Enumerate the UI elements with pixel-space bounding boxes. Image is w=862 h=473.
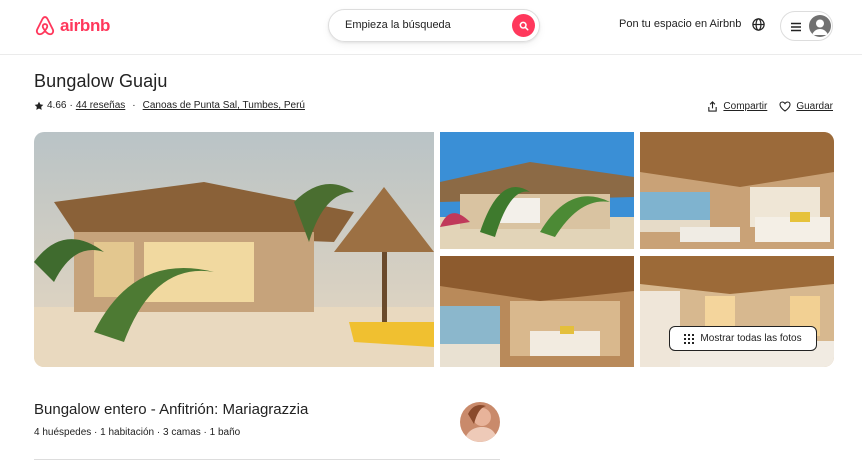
- logo-text: airbnb: [60, 16, 111, 35]
- listing-title: Bungalow Guaju: [34, 71, 168, 91]
- star-icon: [34, 101, 44, 110]
- top-header: airbnb Empieza la búsqueda Pon tu espaci…: [0, 0, 862, 55]
- share-label: Compartir: [723, 101, 768, 112]
- photo-bedroom-interior[interactable]: [440, 256, 634, 367]
- user-menu-button[interactable]: [780, 11, 833, 41]
- listing-details: 4 huéspedes · 1 habitación · 3 camas · 1…: [34, 427, 241, 438]
- rating-value: 4.66: [47, 100, 67, 111]
- save-label: Guardar: [796, 101, 833, 112]
- search-bar[interactable]: Empieza la búsqueda: [328, 9, 540, 42]
- airbnb-logo[interactable]: airbnb: [34, 14, 110, 38]
- photo-main[interactable]: [34, 132, 434, 367]
- grid-icon: [684, 333, 695, 344]
- show-all-photos-button[interactable]: Mostrar todas las fotos: [669, 326, 817, 351]
- separator: ·: [132, 100, 136, 111]
- reviews-link[interactable]: 44 reseñas: [76, 100, 125, 111]
- save-button[interactable]: Guardar: [779, 101, 833, 112]
- listing-meta: 4.66 · 44 reseñas · Canoas de Punta Sal,…: [34, 100, 305, 111]
- photo-bedroom-ocean-view[interactable]: [640, 132, 834, 249]
- search-button[interactable]: [512, 14, 535, 37]
- globe-icon[interactable]: [751, 17, 766, 32]
- host-avatar[interactable]: [460, 402, 500, 442]
- menu-icon: [791, 22, 801, 32]
- user-icon: [809, 15, 831, 37]
- become-host-link[interactable]: Pon tu espacio en Airbnb: [619, 18, 741, 30]
- photo-bungalow-exterior[interactable]: [440, 132, 634, 249]
- section-divider: [34, 459, 500, 460]
- location-link[interactable]: Canoas de Punta Sal, Tumbes, Perú: [143, 100, 305, 111]
- airbnb-logo-icon: [35, 16, 55, 36]
- listing-actions: Compartir Guardar: [707, 101, 833, 112]
- separator: ·: [69, 100, 73, 111]
- search-placeholder: Empieza la búsqueda: [345, 19, 451, 31]
- heart-icon: [779, 101, 791, 112]
- share-icon: [708, 101, 718, 112]
- show-all-label: Mostrar todas las fotos: [700, 333, 802, 344]
- listing-subtitle: Bungalow entero - Anfitrión: Mariagrazzi…: [34, 401, 309, 418]
- share-button[interactable]: Compartir: [707, 101, 767, 112]
- search-icon: [519, 21, 528, 30]
